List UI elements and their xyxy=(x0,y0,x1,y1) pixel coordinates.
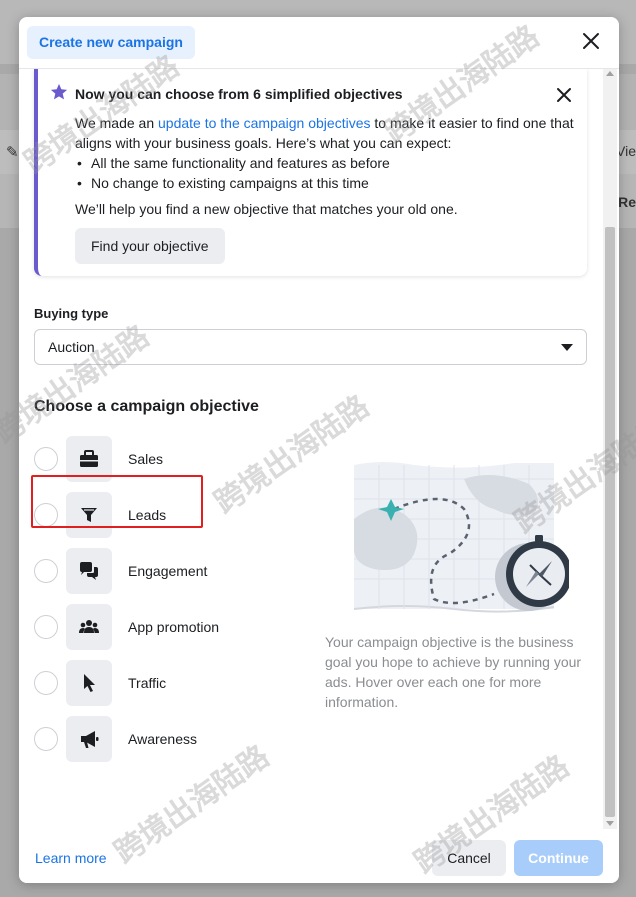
objective-radio[interactable] xyxy=(34,615,58,639)
background-view-text: Vie xyxy=(616,143,636,159)
close-icon[interactable] xyxy=(556,87,572,103)
objective-radio[interactable] xyxy=(34,727,58,751)
objective-label: Engagement xyxy=(128,563,208,579)
notice-bullet: No change to existing campaigns at this … xyxy=(75,173,390,193)
objective-leads[interactable]: Leads xyxy=(34,492,264,538)
briefcase-icon xyxy=(66,436,112,482)
cursor-icon xyxy=(66,660,112,706)
modal-content: Now you can choose from 6 simplified obj… xyxy=(19,69,619,829)
close-icon[interactable] xyxy=(579,29,603,53)
modal-scrollbar[interactable] xyxy=(603,69,617,829)
funnel-icon xyxy=(66,492,112,538)
objective-radio[interactable] xyxy=(34,559,58,583)
objective-radio[interactable] xyxy=(34,671,58,695)
scroll-down-arrow-icon[interactable] xyxy=(606,821,614,826)
chevron-down-icon xyxy=(561,344,573,351)
cancel-button[interactable]: Cancel xyxy=(432,840,506,876)
create-campaign-modal: Create new campaign Now you can choose f… xyxy=(19,17,619,883)
notice-title: Now you can choose from 6 simplified obj… xyxy=(75,86,403,102)
objectives-update-notice: Now you can choose from 6 simplified obj… xyxy=(34,69,587,276)
scroll-up-arrow-icon[interactable] xyxy=(606,71,614,76)
buying-type-value: Auction xyxy=(48,339,95,355)
background-edit-icon: ✎ xyxy=(6,144,19,161)
notice-bullet: All the same functionality and features … xyxy=(75,153,390,173)
objective-traffic[interactable]: Traffic xyxy=(34,660,264,706)
find-your-objective-button[interactable]: Find your objective xyxy=(75,228,225,264)
people-icon xyxy=(66,604,112,650)
notice-bullet-list: All the same functionality and features … xyxy=(75,153,390,193)
create-campaign-tab[interactable]: Create new campaign xyxy=(27,26,195,59)
modal-footer: Learn more Cancel Continue xyxy=(19,829,619,883)
objective-label: App promotion xyxy=(128,619,220,635)
megaphone-icon xyxy=(66,716,112,762)
notice-help-text: We’ll help you find a new objective that… xyxy=(75,201,458,217)
objective-label: Leads xyxy=(128,507,167,523)
objective-radio[interactable] xyxy=(34,447,58,471)
update-objectives-link[interactable]: update to the campaign objectives xyxy=(158,115,370,131)
objective-heading: Choose a campaign objective xyxy=(34,398,259,415)
objective-sales[interactable]: Sales xyxy=(34,436,264,482)
star-icon xyxy=(50,83,68,100)
scroll-thumb[interactable] xyxy=(605,227,615,817)
objective-description: Your campaign objective is the business … xyxy=(325,634,582,710)
learn-more-link[interactable]: Learn more xyxy=(35,850,107,866)
objective-app-promotion[interactable]: App promotion xyxy=(34,604,264,650)
objective-radio[interactable] xyxy=(34,503,58,527)
notice-body-prefix: We made an xyxy=(75,115,159,131)
background-re-text: Re xyxy=(618,194,636,210)
notice-body: We made an update to the campaign object… xyxy=(75,113,580,153)
buying-type-select[interactable]: Auction xyxy=(34,329,587,365)
continue-button[interactable]: Continue xyxy=(514,840,603,876)
objective-engagement[interactable]: Engagement xyxy=(34,548,264,594)
chat-bubbles-icon xyxy=(66,548,112,594)
modal-header: Create new campaign xyxy=(19,17,619,69)
objective-label: Traffic xyxy=(128,675,167,691)
objective-label: Awareness xyxy=(128,731,198,747)
objective-awareness[interactable]: Awareness xyxy=(34,716,264,762)
map-compass-illustration xyxy=(354,462,569,613)
objective-label: Sales xyxy=(128,451,164,467)
buying-type-label: Buying type xyxy=(34,306,109,321)
